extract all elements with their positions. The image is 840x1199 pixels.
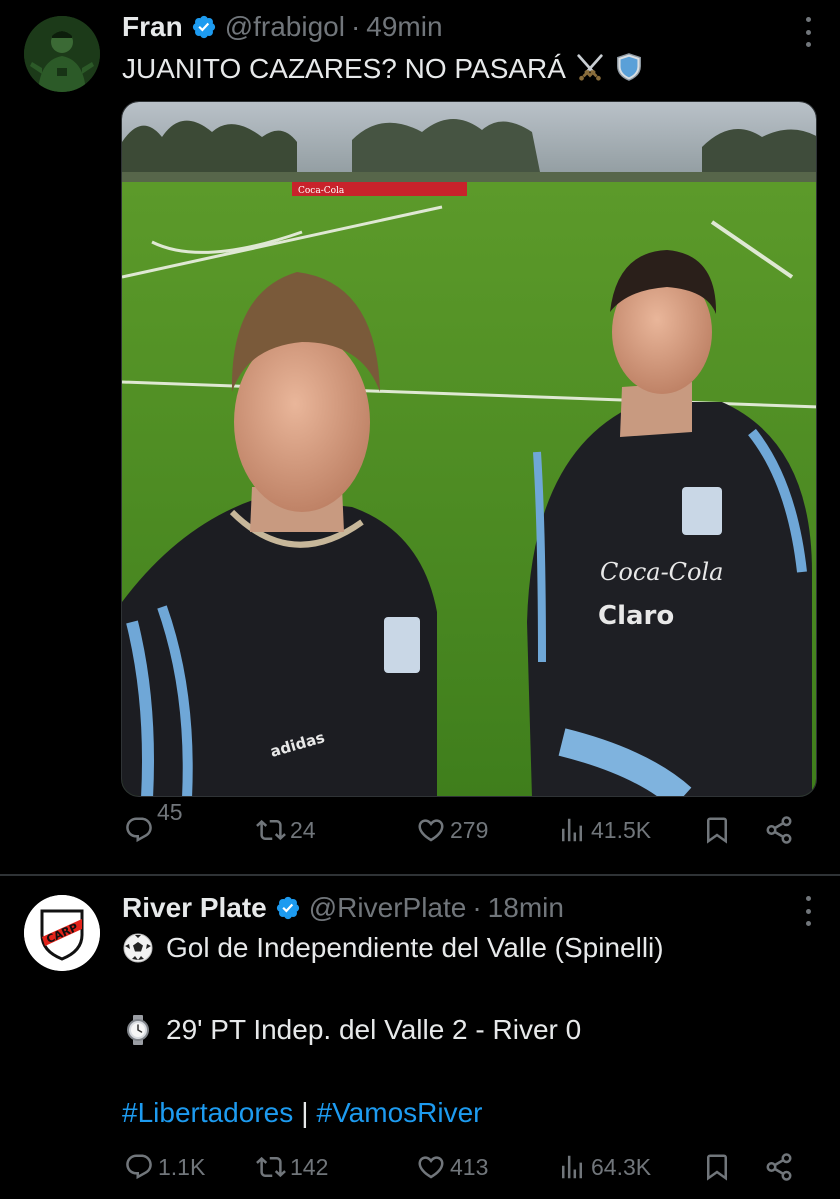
jersey-sponsor-text-2: Claro (598, 601, 674, 631)
hashtag-vamosriver[interactable]: #VamosRiver (317, 1096, 483, 1130)
tweet-actions: 45 24 279 41.5K (0, 799, 840, 855)
separator-dot: · (350, 11, 361, 42)
display-name[interactable]: River Plate (122, 891, 267, 925)
tweet-line-goal: Gol de Independiente del Valle (Spinelli… (122, 931, 664, 965)
bookmark-button[interactable] (702, 1152, 732, 1182)
soccer-ball-icon (123, 933, 153, 963)
tweet-river-plate[interactable]: CARP River Plate @RiverPlate · 18min Gol… (0, 876, 840, 1199)
retweet-button[interactable]: 142 (256, 1152, 328, 1182)
tweet-actions: 1.1K 142 413 64.3K (0, 1152, 840, 1192)
tweet-header: River Plate @RiverPlate · 18min (122, 891, 564, 925)
reply-count: 1.1K (158, 1153, 206, 1180)
tweet-line-hashtags: #Libertadores | #VamosRiver (122, 1096, 483, 1130)
like-count: 413 (450, 1153, 489, 1180)
tweet-text-content: JUANITO CAZARES? NO PASARÁ (122, 53, 566, 84)
football-players-photo: Coca-Cola Coca-Cola Claro adidas (122, 102, 816, 796)
bookmark-button[interactable] (702, 815, 732, 845)
retweet-icon (256, 1152, 286, 1182)
more-options-icon[interactable] (804, 896, 812, 926)
avatar[interactable] (24, 16, 100, 92)
crossed-swords-icon (577, 54, 603, 81)
separator-dot: · (472, 892, 482, 923)
reply-count: 45 (157, 798, 183, 825)
reply-button[interactable]: 1.1K (124, 1152, 205, 1182)
views-button[interactable]: 41.5K (557, 815, 651, 845)
tweet-header: Fran @frabigol · 49min (122, 10, 443, 44)
retweet-button[interactable]: 24 (256, 815, 316, 845)
shield-icon (616, 53, 641, 81)
score-text: 29' PT Indep. del Valle 2 - River 0 (166, 1014, 582, 1045)
fran-avatar-image (24, 16, 100, 92)
retweet-icon (256, 815, 286, 845)
timestamp[interactable]: 49min (366, 10, 442, 44)
share-icon (764, 815, 794, 845)
views-icon (557, 815, 587, 845)
hashtag-libertadores[interactable]: #Libertadores (122, 1096, 293, 1130)
tweet-photo[interactable]: Coca-Cola Coca-Cola Claro adidas (121, 101, 817, 797)
reply-icon (124, 815, 154, 845)
tweet-fran[interactable]: Fran @frabigol · 49min JUANITO CAZARES? … (0, 0, 840, 875)
like-button[interactable]: 279 (416, 815, 488, 845)
share-button[interactable] (764, 815, 794, 845)
tweet-line-score: 29' PT Indep. del Valle 2 - River 0 (122, 1013, 581, 1047)
verified-badge-icon (191, 14, 217, 40)
more-options-icon[interactable] (804, 17, 812, 47)
avatar[interactable]: CARP (24, 895, 100, 971)
views-count: 41.5K (591, 816, 652, 843)
bookmark-icon (702, 1152, 732, 1182)
heart-icon (416, 815, 446, 845)
hashtag-separator: | (301, 1097, 309, 1128)
billboard-text: Coca-Cola (298, 186, 345, 196)
display-name[interactable]: Fran (122, 10, 183, 44)
retweet-count: 24 (290, 816, 316, 843)
timestamp[interactable]: 18min (488, 891, 564, 925)
verified-badge-icon (275, 895, 301, 921)
heart-icon (416, 1152, 446, 1182)
tweet-text: JUANITO CAZARES? NO PASARÁ (122, 52, 644, 86)
bookmark-icon (702, 815, 732, 845)
goal-text: Gol de Independiente del Valle (Spinelli… (166, 932, 664, 963)
views-icon (557, 1152, 587, 1182)
reply-icon (124, 1152, 154, 1182)
views-button[interactable]: 64.3K (557, 1152, 651, 1182)
jersey-sponsor-text-1: Coca-Cola (600, 558, 723, 586)
reply-button[interactable]: 45 (124, 799, 183, 845)
share-button[interactable] (764, 1152, 794, 1182)
river-plate-crest-icon: CARP (24, 895, 100, 971)
like-count: 279 (450, 816, 489, 843)
handle[interactable]: @frabigol (225, 10, 345, 44)
retweet-count: 142 (290, 1153, 329, 1180)
like-button[interactable]: 413 (416, 1152, 488, 1182)
views-count: 64.3K (591, 1153, 652, 1180)
handle[interactable]: @RiverPlate (309, 891, 467, 925)
watch-icon (127, 1015, 149, 1045)
share-icon (764, 1152, 794, 1182)
